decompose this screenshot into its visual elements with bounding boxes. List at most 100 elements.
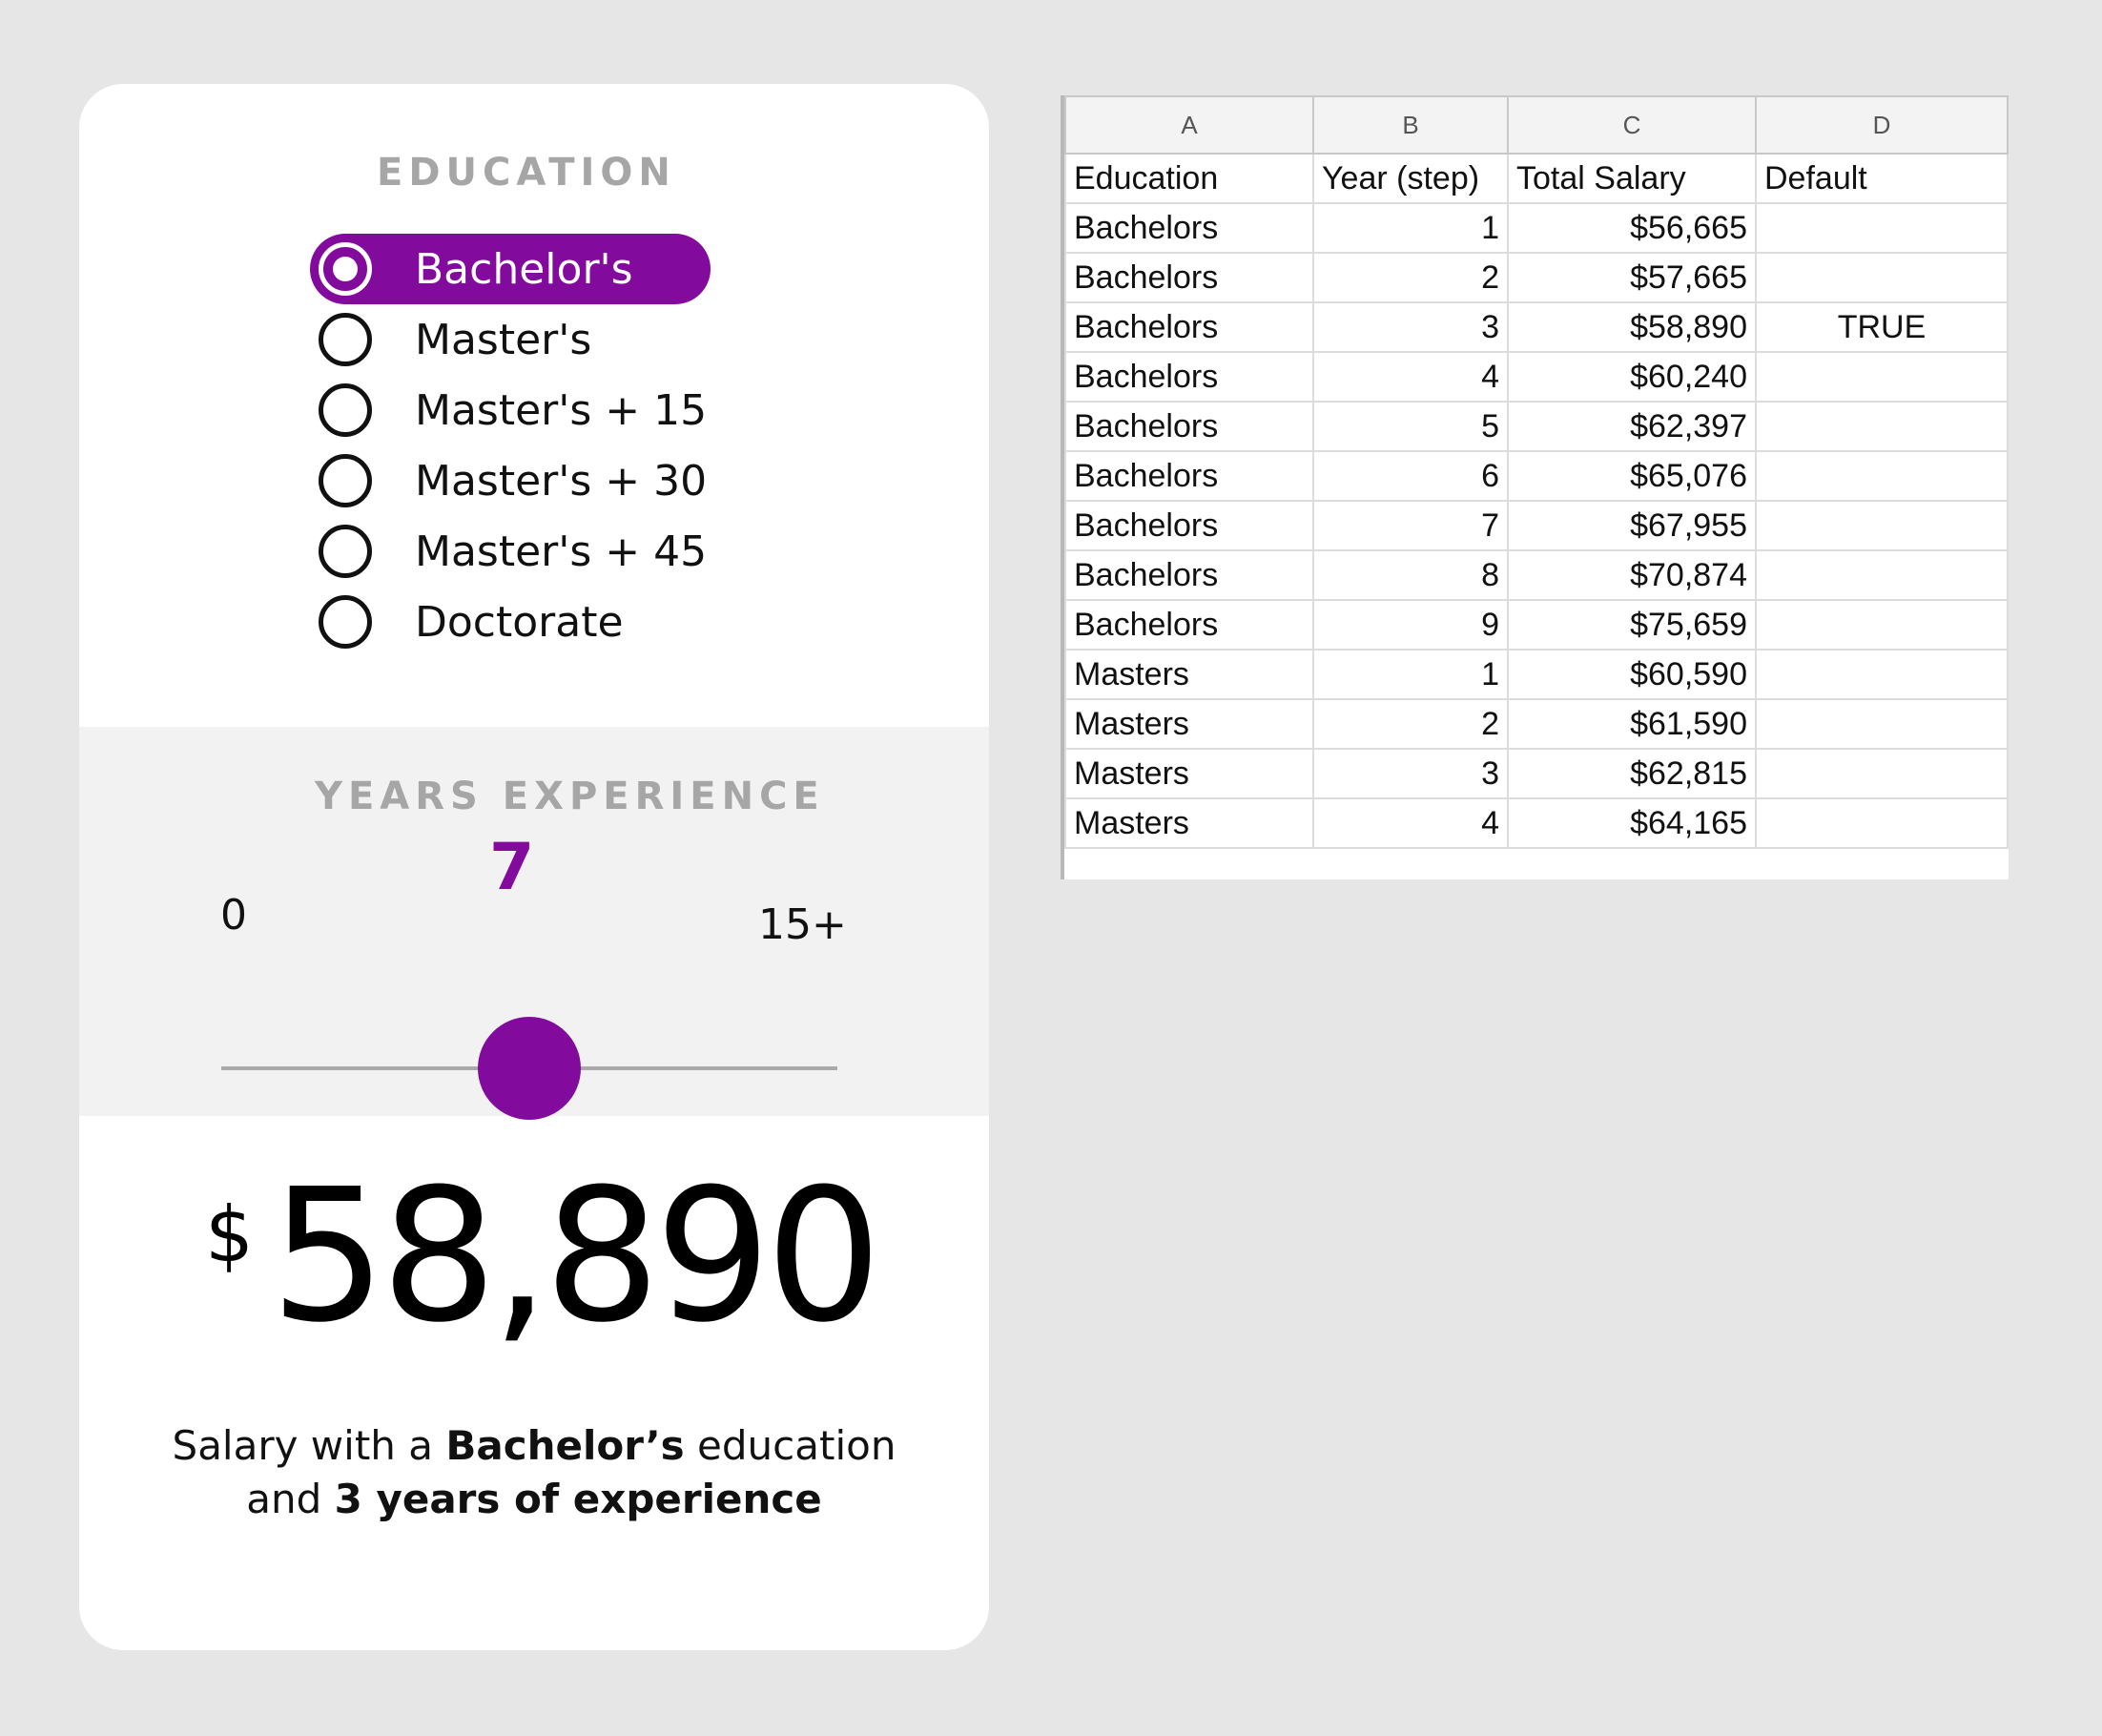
table-cell[interactable]: $67,955 bbox=[1507, 500, 1757, 551]
table-cell[interactable]: $65,076 bbox=[1507, 450, 1757, 502]
table-cell[interactable]: 2 bbox=[1312, 698, 1509, 750]
salary-table: ABCD Education Year (step) Total Salary Def… bbox=[1064, 95, 2009, 849]
table-row: Masters 3 $62,815 bbox=[1064, 748, 2009, 799]
radio-selected-dot bbox=[333, 257, 358, 281]
education-option[interactable]: Master's + 45 bbox=[310, 516, 711, 587]
table-cell[interactable] bbox=[1755, 351, 2009, 403]
education-option[interactable]: Master's bbox=[310, 304, 711, 375]
table-cell[interactable]: $56,665 bbox=[1507, 202, 1757, 254]
table-cell[interactable]: $60,240 bbox=[1507, 351, 1757, 403]
column-letter-header[interactable]: A bbox=[1064, 95, 1314, 155]
table-cell[interactable]: 5 bbox=[1312, 401, 1509, 452]
table-cell[interactable] bbox=[1755, 748, 2009, 799]
table-cell[interactable]: $57,665 bbox=[1507, 252, 1757, 303]
radio-button[interactable] bbox=[319, 313, 372, 366]
table-cell[interactable]: 1 bbox=[1312, 649, 1509, 700]
table-cell[interactable]: $61,590 bbox=[1507, 698, 1757, 750]
table-cell[interactable]: Bachelors bbox=[1064, 252, 1314, 303]
table-cell[interactable]: $62,397 bbox=[1507, 401, 1757, 452]
radio-button[interactable] bbox=[319, 525, 372, 578]
summary-middle: education bbox=[684, 1422, 896, 1469]
table-cell[interactable]: $64,165 bbox=[1507, 797, 1757, 849]
table-cell[interactable]: $58,890 bbox=[1507, 301, 1757, 353]
table-row: Bachelors 8 $70,874 bbox=[1064, 549, 2009, 601]
radio-button[interactable] bbox=[319, 383, 372, 437]
table-row: Bachelors 3 $58,890 TRUE bbox=[1064, 301, 2009, 353]
column-letter-header[interactable]: C bbox=[1507, 95, 1757, 155]
header-cell[interactable]: Total Salary bbox=[1507, 153, 1757, 204]
table-row: Bachelors 9 $75,659 bbox=[1064, 599, 2009, 651]
table-cell[interactable]: 9 bbox=[1312, 599, 1509, 651]
table-cell[interactable]: Bachelors bbox=[1064, 450, 1314, 502]
table-cell[interactable]: 4 bbox=[1312, 351, 1509, 403]
column-letter-row: ABCD bbox=[1064, 95, 2009, 155]
radio-button[interactable] bbox=[319, 242, 372, 296]
table-cell[interactable] bbox=[1755, 797, 2009, 849]
table-cell[interactable] bbox=[1755, 252, 2009, 303]
column-letter-header[interactable]: D bbox=[1755, 95, 2009, 155]
table-row: Bachelors 4 $60,240 bbox=[1064, 351, 2009, 403]
experience-value: 7 bbox=[489, 830, 535, 905]
summary-prefix: Salary with a bbox=[172, 1422, 446, 1469]
table-row: Bachelors 2 $57,665 bbox=[1064, 252, 2009, 303]
education-option[interactable]: Bachelor's bbox=[310, 234, 711, 304]
table-cell[interactable] bbox=[1755, 698, 2009, 750]
education-option-label: Master's bbox=[415, 315, 592, 364]
table-cell[interactable]: 3 bbox=[1312, 301, 1509, 353]
table-cell[interactable] bbox=[1755, 202, 2009, 254]
education-option[interactable]: Doctorate bbox=[310, 587, 711, 657]
experience-slider-track[interactable] bbox=[221, 1017, 837, 1120]
table-row: Masters 1 $60,590 bbox=[1064, 649, 2009, 700]
table-cell[interactable]: TRUE bbox=[1755, 301, 2009, 353]
table-cell[interactable]: Bachelors bbox=[1064, 401, 1314, 452]
table-row: Masters 2 $61,590 bbox=[1064, 698, 2009, 750]
table-cell[interactable]: Bachelors bbox=[1064, 599, 1314, 651]
header-cell[interactable]: Education bbox=[1064, 153, 1314, 204]
table-cell[interactable] bbox=[1755, 649, 2009, 700]
table-cell[interactable]: 6 bbox=[1312, 450, 1509, 502]
table-cell[interactable]: Masters bbox=[1064, 748, 1314, 799]
table-cell[interactable]: 7 bbox=[1312, 500, 1509, 551]
radio-button[interactable] bbox=[319, 595, 372, 649]
sheet-body: Education Year (step) Total Salary Default B… bbox=[1064, 153, 2009, 849]
education-option-label: Master's + 30 bbox=[415, 456, 708, 506]
education-heading: EDUCATION bbox=[377, 151, 676, 195]
table-cell[interactable] bbox=[1755, 450, 2009, 502]
table-cell[interactable] bbox=[1755, 599, 2009, 651]
experience-slider-thumb[interactable] bbox=[478, 1017, 581, 1120]
table-cell[interactable]: Bachelors bbox=[1064, 549, 1314, 601]
table-cell[interactable]: 2 bbox=[1312, 252, 1509, 303]
table-row: Masters 4 $64,165 bbox=[1064, 797, 2009, 849]
header-cell[interactable]: Default bbox=[1755, 153, 2009, 204]
table-cell[interactable]: Masters bbox=[1064, 698, 1314, 750]
column-letter-header[interactable]: B bbox=[1312, 95, 1509, 155]
education-option-label: Master's + 45 bbox=[415, 527, 708, 576]
education-option-label: Bachelor's bbox=[415, 244, 633, 294]
summary-and: and bbox=[246, 1476, 335, 1522]
table-cell[interactable]: Bachelors bbox=[1064, 301, 1314, 353]
table-cell[interactable] bbox=[1755, 549, 2009, 601]
education-option-label: Master's + 15 bbox=[415, 385, 708, 435]
table-cell[interactable]: 8 bbox=[1312, 549, 1509, 601]
table-cell[interactable]: 1 bbox=[1312, 202, 1509, 254]
table-cell[interactable]: 4 bbox=[1312, 797, 1509, 849]
table-cell[interactable]: Masters bbox=[1064, 797, 1314, 849]
table-header-row: Education Year (step) Total Salary Default bbox=[1064, 153, 2009, 204]
table-cell[interactable] bbox=[1755, 401, 2009, 452]
radio-button[interactable] bbox=[319, 454, 372, 507]
table-row: Bachelors 1 $56,665 bbox=[1064, 202, 2009, 254]
table-cell[interactable]: $60,590 bbox=[1507, 649, 1757, 700]
header-cell[interactable]: Year (step) bbox=[1312, 153, 1509, 204]
table-cell[interactable]: Bachelors bbox=[1064, 500, 1314, 551]
table-cell[interactable]: $70,874 bbox=[1507, 549, 1757, 601]
table-cell[interactable]: $62,815 bbox=[1507, 748, 1757, 799]
table-cell[interactable]: Masters bbox=[1064, 649, 1314, 700]
table-cell[interactable]: Bachelors bbox=[1064, 351, 1314, 403]
education-option[interactable]: Master's + 15 bbox=[310, 375, 711, 445]
education-option[interactable]: Master's + 30 bbox=[310, 445, 711, 516]
table-cell[interactable]: $75,659 bbox=[1507, 599, 1757, 651]
table-cell[interactable] bbox=[1755, 500, 2009, 551]
table-row: Bachelors 5 $62,397 bbox=[1064, 401, 2009, 452]
table-cell[interactable]: 3 bbox=[1312, 748, 1509, 799]
table-cell[interactable]: Bachelors bbox=[1064, 202, 1314, 254]
